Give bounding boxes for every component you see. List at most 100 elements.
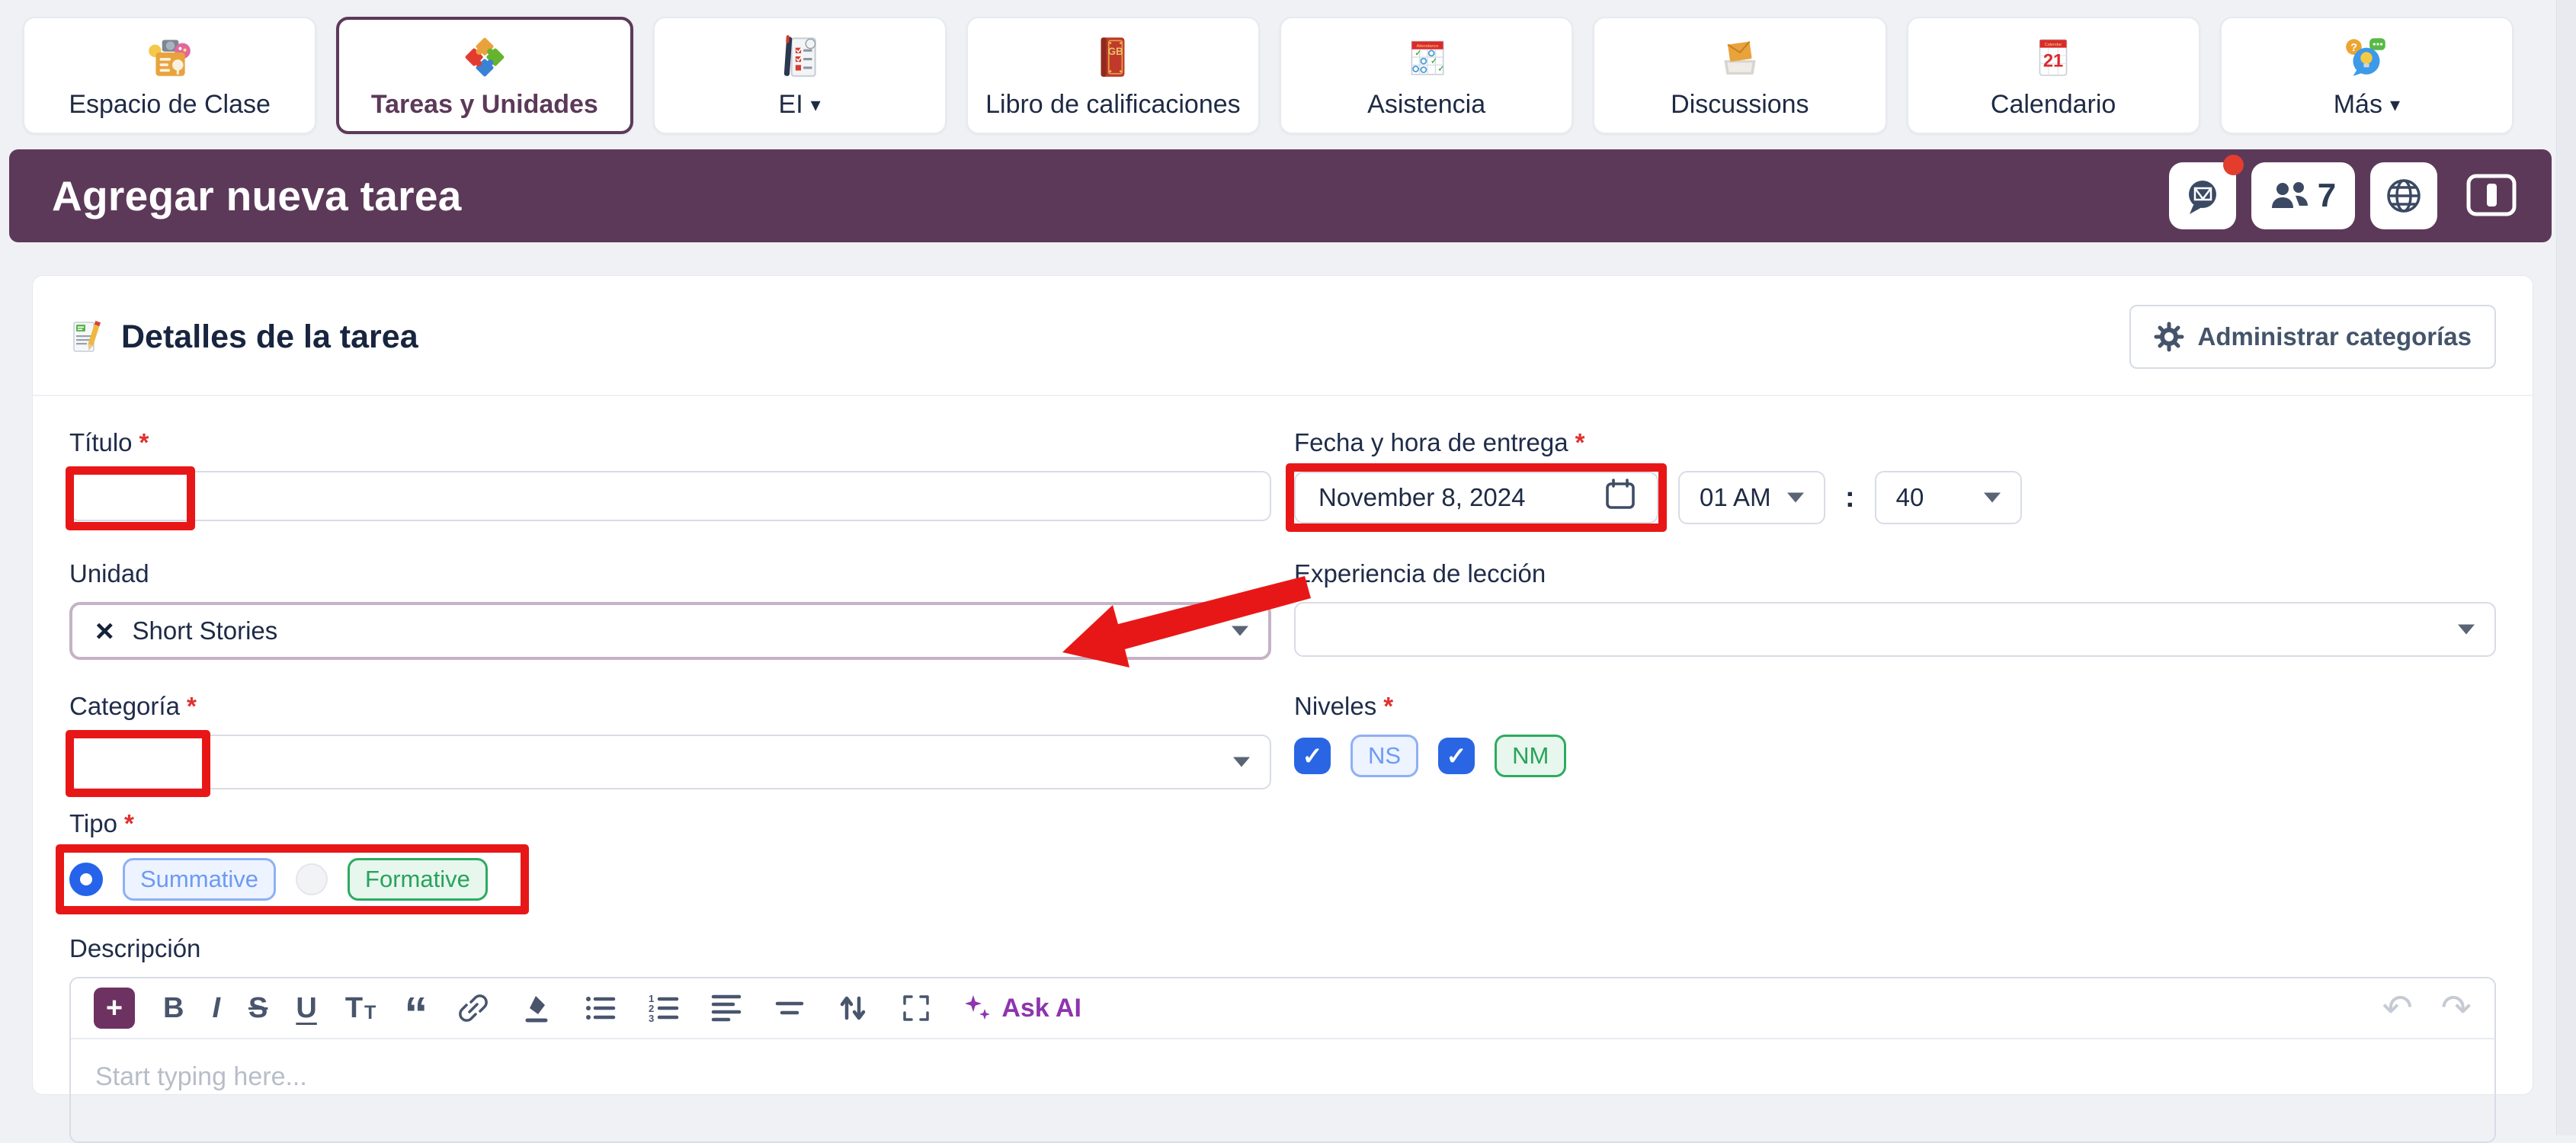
tab-discussions[interactable]: Discussions xyxy=(1593,17,1886,134)
undo-button[interactable]: ↶ xyxy=(2382,987,2413,1029)
ask-ai-label: Ask AI xyxy=(1001,994,1081,1023)
chevron-down-icon xyxy=(1984,493,2001,503)
text-size-button[interactable]: TT xyxy=(345,994,376,1023)
categoria-select[interactable] xyxy=(69,735,1271,789)
panel-toggle-button[interactable] xyxy=(2466,174,2517,219)
unidad-select[interactable]: × Short Stories xyxy=(69,602,1271,660)
tipo-label: Tipo* xyxy=(69,809,1271,838)
experiencia-select[interactable] xyxy=(1294,602,2496,657)
chevron-down-icon: ▾ xyxy=(811,93,821,117)
titulo-label: Título* xyxy=(69,428,1271,457)
sort-updown-icon[interactable] xyxy=(835,991,870,1026)
niveles-label: Niveles* xyxy=(1294,692,2496,721)
notification-dot xyxy=(2223,155,2244,175)
link-icon[interactable] xyxy=(456,991,491,1026)
nivel-ns-chip[interactable]: NS xyxy=(1350,735,1418,777)
language-button[interactable] xyxy=(2370,162,2437,229)
annotation-box-categoria xyxy=(66,730,210,797)
descripcion-textarea[interactable]: Start typing here... xyxy=(71,1039,2494,1141)
attendance-grid-icon: Attendance ✓ ✓ ✓ xyxy=(1402,32,1452,82)
people-icon xyxy=(2270,179,2310,213)
underline-button[interactable]: U xyxy=(296,994,316,1023)
tab-calendario[interactable]: Calendar 21 Calendario xyxy=(1907,17,2200,134)
chevron-down-icon: ▾ xyxy=(2390,93,2400,117)
fullscreen-icon[interactable] xyxy=(899,991,934,1026)
tab-label: Libro de calificaciones xyxy=(985,90,1241,120)
svg-text:3: 3 xyxy=(649,1013,654,1024)
tipo-summative-chip[interactable]: Summative xyxy=(123,858,276,901)
tab-asistencia[interactable]: Attendance ✓ ✓ ✓ Asistencia xyxy=(1280,17,1573,134)
calendar-icon: Calendar 21 xyxy=(2028,32,2078,82)
clear-selection-icon[interactable]: × xyxy=(95,615,114,647)
ask-ai-button[interactable]: Ask AI xyxy=(962,993,1081,1023)
tipo-formative-radio[interactable] xyxy=(296,863,328,895)
panel-toggle-icon xyxy=(2466,174,2517,216)
tab-label: Espacio de Clase xyxy=(69,90,271,120)
align-center-icon[interactable] xyxy=(772,991,807,1026)
hour-select[interactable]: 01 AM xyxy=(1678,471,1825,524)
blockquote-button[interactable]: “ xyxy=(404,991,428,1025)
manage-categories-button[interactable]: Administrar categorías xyxy=(2129,305,2496,369)
editor-toolbar: + B I S U TT “ xyxy=(71,978,2494,1039)
nivel-nm-checkbox[interactable]: ✓ xyxy=(1438,738,1475,774)
chat-envelope-icon xyxy=(2183,176,2222,216)
gradebook-icon: GB xyxy=(1088,32,1138,82)
messages-button[interactable] xyxy=(2169,162,2236,229)
rich-text-editor: + B I S U TT “ xyxy=(69,977,2496,1143)
italic-button[interactable]: I xyxy=(212,994,220,1023)
svg-text:Calendar: Calendar xyxy=(2045,43,2062,47)
tab-mas[interactable]: ? Más▾ xyxy=(2220,17,2514,134)
required-asterisk: * xyxy=(124,809,134,838)
svg-text:✓: ✓ xyxy=(1415,49,1421,57)
fecha-label: Fecha y hora de entrega* xyxy=(1294,428,2496,457)
nivel-nm-chip[interactable]: NM xyxy=(1495,735,1566,777)
tab-tareas-y-unidades[interactable]: Tareas y Unidades xyxy=(336,17,633,134)
svg-text:GB: GB xyxy=(1108,45,1123,56)
highlight-color-icon[interactable] xyxy=(519,991,554,1026)
due-date-input[interactable]: November 8, 2024 xyxy=(1294,472,1658,523)
tipo-summative-radio[interactable] xyxy=(69,863,103,896)
strikethrough-button[interactable]: S xyxy=(248,994,268,1023)
hour-value: 01 AM xyxy=(1700,483,1771,512)
required-asterisk: * xyxy=(1575,428,1585,457)
page-title: Agregar nueva tarea xyxy=(52,171,2154,220)
svg-text:✓: ✓ xyxy=(1431,57,1437,66)
tab-label: Asistencia xyxy=(1367,90,1485,120)
chevron-down-icon xyxy=(1787,493,1804,503)
required-asterisk: * xyxy=(1383,692,1393,721)
tab-espacio-de-clase[interactable]: Espacio de Clase xyxy=(23,17,316,134)
tab-libro-de-calificaciones[interactable]: GB Libro de calificaciones xyxy=(966,17,1260,134)
field-fecha: Fecha y hora de entrega* November 8, 202… xyxy=(1294,428,2496,524)
field-descripcion: Descripción + B I S U TT “ xyxy=(69,934,2496,1143)
memo-pencil-icon xyxy=(69,319,104,354)
chevron-down-icon xyxy=(2458,625,2475,635)
insert-block-button[interactable]: + xyxy=(94,988,135,1029)
align-left-icon[interactable] xyxy=(709,991,744,1026)
tab-label: Discussions xyxy=(1671,90,1809,120)
task-details-card: Detalles de la tarea Administrar categor… xyxy=(32,275,2533,1095)
bullet-list-icon[interactable] xyxy=(582,991,617,1026)
required-asterisk: * xyxy=(187,692,197,721)
svg-text:✓: ✓ xyxy=(1437,65,1444,73)
nivel-ns-checkbox[interactable]: ✓ xyxy=(1294,738,1331,774)
module-tabbar: Espacio de Clase Tareas y Unidades xyxy=(0,0,2576,149)
tipo-formative-chip[interactable]: Formative xyxy=(348,858,488,901)
experiencia-label: Experiencia de lección xyxy=(1294,559,2496,588)
ordered-list-icon[interactable]: 1 2 3 xyxy=(646,991,681,1026)
bold-button[interactable]: B xyxy=(163,994,184,1023)
tab-ei[interactable]: EI▾ xyxy=(653,17,947,134)
participants-button[interactable]: 7 xyxy=(2251,162,2355,229)
redo-button[interactable]: ↷ xyxy=(2441,987,2472,1029)
checklist-icon xyxy=(774,32,825,82)
titulo-input[interactable] xyxy=(94,482,1247,511)
tab-label: EI▾ xyxy=(779,90,821,120)
unidad-label: Unidad xyxy=(69,559,1271,588)
minute-select[interactable]: 40 xyxy=(1875,471,2022,524)
field-experiencia: Experiencia de lección xyxy=(1294,559,2496,660)
scrollbar[interactable] xyxy=(2556,0,2576,1135)
field-tipo: Tipo* Summative Formative xyxy=(69,809,1271,913)
envelope-tray-icon xyxy=(1715,32,1765,82)
due-date-value: November 8, 2024 xyxy=(1318,483,1526,512)
chevron-down-icon xyxy=(1232,626,1248,636)
calendar-picker-icon[interactable] xyxy=(1604,478,1637,517)
